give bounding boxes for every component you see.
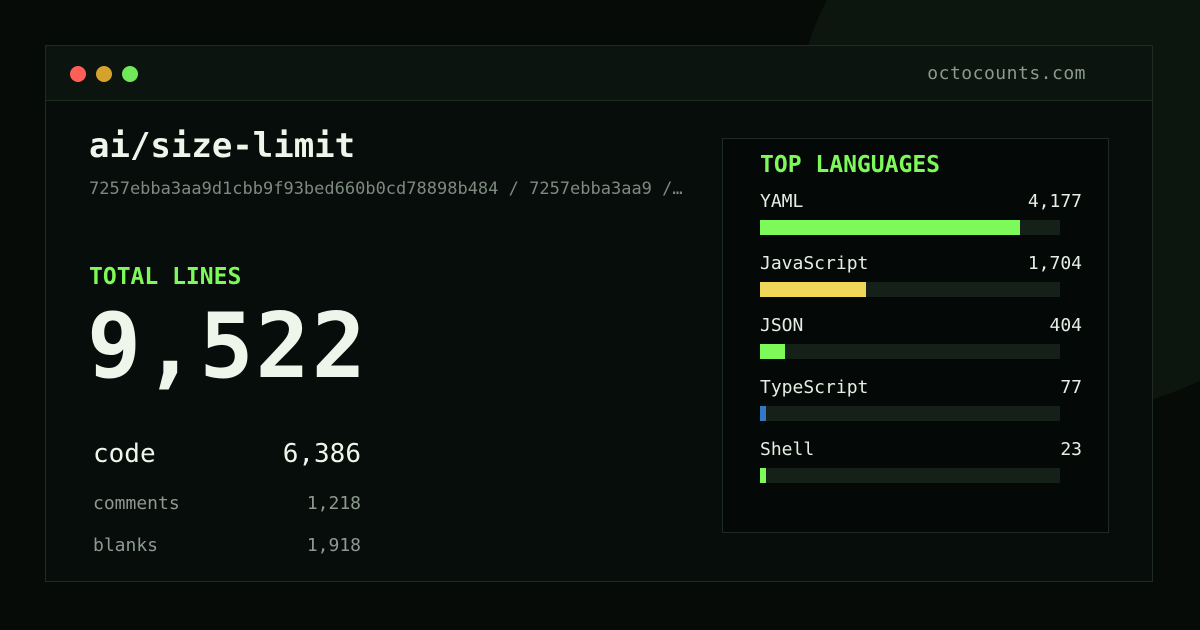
stat-value: 6,386 xyxy=(282,439,361,469)
site-url[interactable]: octocounts.com xyxy=(927,63,1086,84)
repo-hash: 7257ebba3aa9d1cbb9f93bed660b0cd78898b484… xyxy=(89,179,683,199)
stat-value: 1,918 xyxy=(306,535,361,556)
repo-name: ai/size-limit xyxy=(89,126,356,166)
minimize-dot-icon[interactable] xyxy=(96,66,112,82)
language-bar-fill xyxy=(760,220,1021,235)
language-name: TypeScript xyxy=(760,377,869,398)
language-bar-fill xyxy=(760,282,866,297)
language-name: Shell xyxy=(760,439,815,460)
language-bar-track xyxy=(760,344,1060,359)
app-window: octocounts.com ai/size-limit 7257ebba3aa… xyxy=(45,45,1153,582)
language-count: 23 xyxy=(1060,439,1082,460)
language-name: YAML xyxy=(760,191,804,212)
language-item: YAML 4,177 xyxy=(760,191,1082,241)
language-bar-fill xyxy=(760,468,766,483)
stat-label: blanks xyxy=(93,535,159,556)
top-languages-panel: TOP LANGUAGES YAML 4,177 JavaScript 1,70… xyxy=(722,138,1109,533)
language-item: JSON 404 xyxy=(760,315,1082,365)
stat-value: 1,218 xyxy=(306,493,361,514)
window-titlebar: octocounts.com xyxy=(46,46,1152,101)
language-count: 4,177 xyxy=(1027,191,1082,212)
language-item: TypeScript 77 xyxy=(760,377,1082,427)
language-bar-track xyxy=(760,220,1060,235)
language-count: 404 xyxy=(1049,315,1082,336)
total-lines-value: 9,522 xyxy=(87,294,368,399)
language-item: Shell 23 xyxy=(760,439,1082,489)
language-item: JavaScript 1,704 xyxy=(760,253,1082,303)
stat-label: code xyxy=(93,439,156,469)
language-bar-track xyxy=(760,282,1060,297)
close-dot-icon[interactable] xyxy=(70,66,86,82)
language-name: JavaScript xyxy=(760,253,869,274)
language-bar-fill xyxy=(760,344,786,359)
language-name: JSON xyxy=(760,315,804,336)
stat-label: comments xyxy=(93,493,180,514)
language-count: 1,704 xyxy=(1027,253,1082,274)
top-languages-title: TOP LANGUAGES xyxy=(760,152,941,178)
language-bar-fill xyxy=(760,406,766,421)
language-bar-track xyxy=(760,468,1060,483)
maximize-dot-icon[interactable] xyxy=(122,66,138,82)
language-count: 77 xyxy=(1060,377,1082,398)
stage: octocounts.com ai/size-limit 7257ebba3aa… xyxy=(0,0,1200,630)
language-bar-track xyxy=(760,406,1060,421)
total-lines-label: TOTAL LINES xyxy=(89,264,242,290)
